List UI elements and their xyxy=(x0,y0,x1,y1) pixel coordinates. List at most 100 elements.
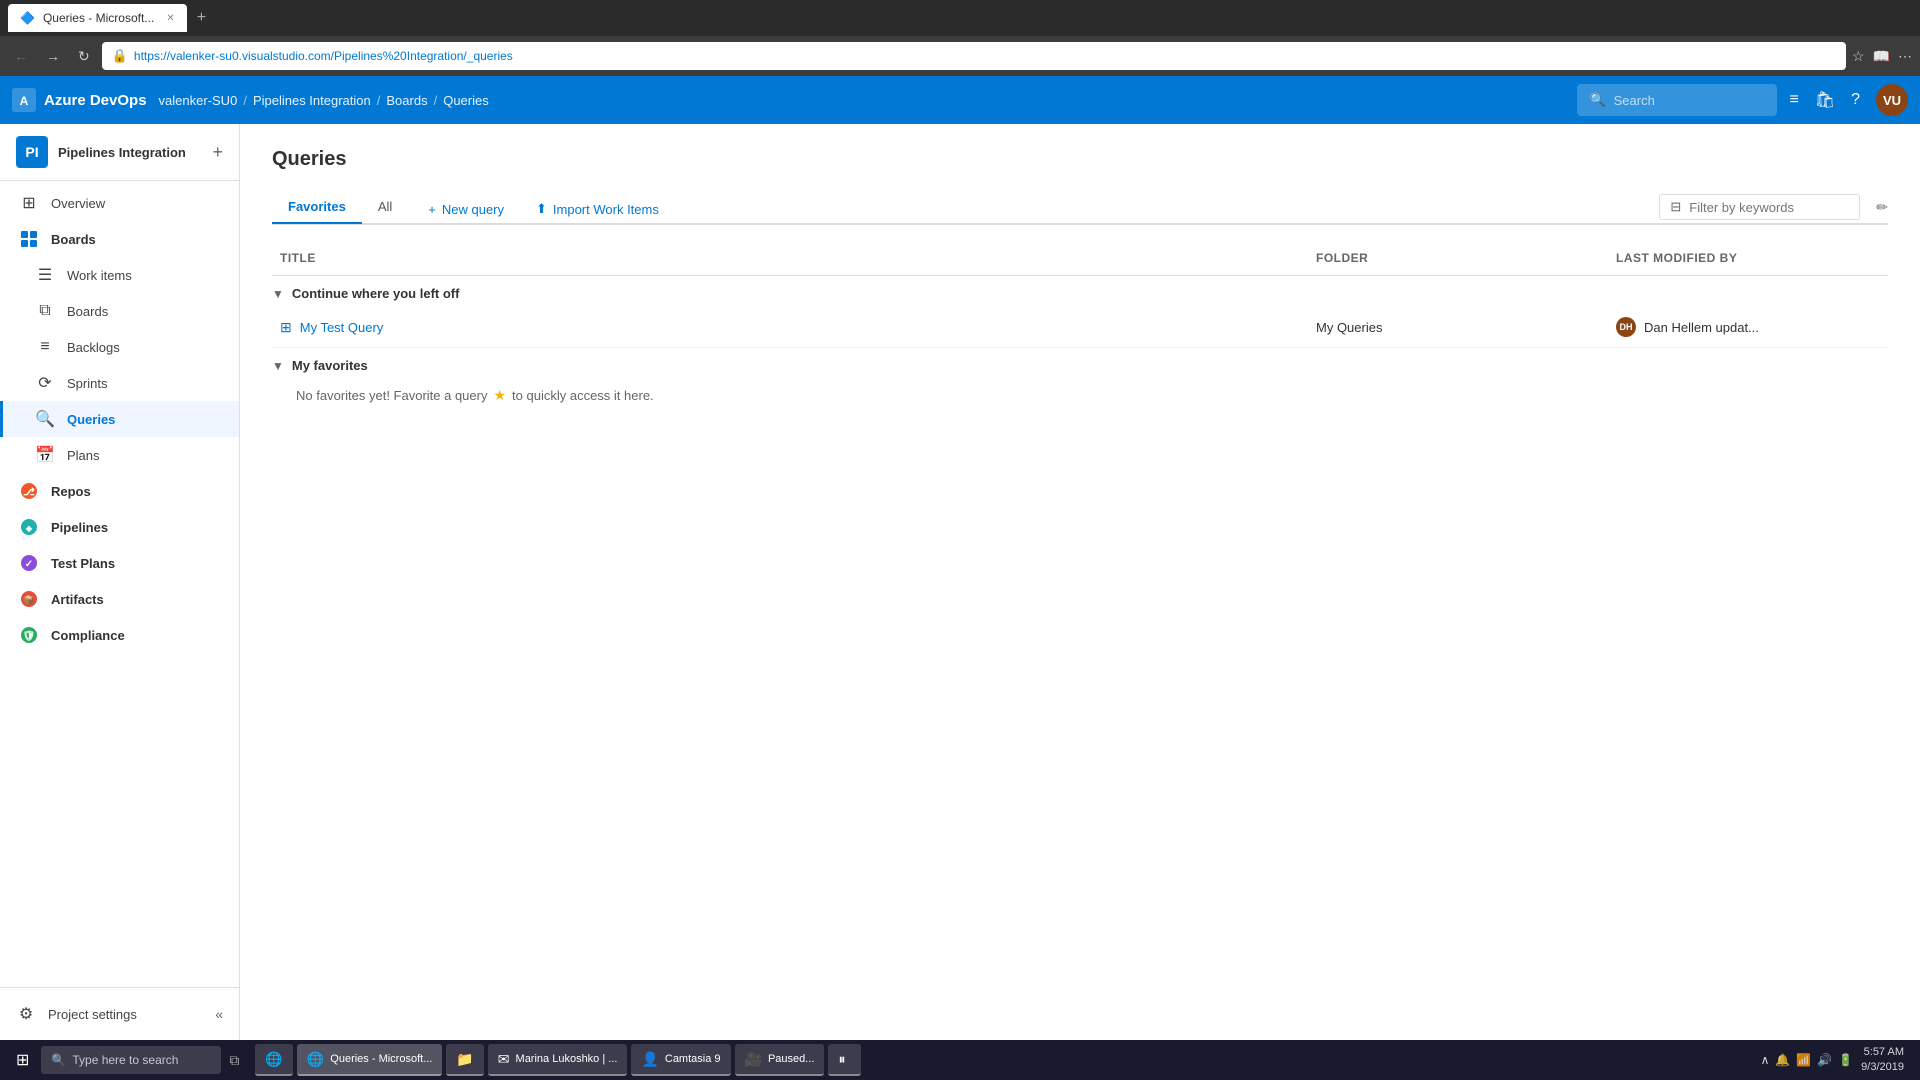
clock-time: 5:57 AM xyxy=(1861,1045,1904,1060)
reading-list-icon[interactable]: 📖 xyxy=(1873,48,1890,65)
sidebar-item-boards2[interactable]: ⧉ Boards xyxy=(0,293,239,329)
filter-input[interactable] xyxy=(1689,200,1849,215)
add-project-button[interactable]: + xyxy=(212,142,223,163)
no-favorites-suffix: to quickly access it here. xyxy=(512,388,654,403)
taskbar-app-marina[interactable]: 👤 Camtasia 9 xyxy=(631,1044,730,1076)
taskbar-search-box[interactable]: 🔍 Type here to search xyxy=(41,1046,221,1074)
pipelines-icon: ◈ xyxy=(19,517,39,537)
shopping-icon[interactable]: 🛍 xyxy=(1815,90,1835,110)
browser-nav-icons: ☆ 📖 ⋯ xyxy=(1852,48,1912,65)
project-settings-link[interactable]: ⚙ Project settings « xyxy=(0,996,239,1032)
forward-button[interactable]: → xyxy=(40,44,66,68)
new-query-action[interactable]: + New query xyxy=(416,196,516,223)
filter-box[interactable]: ⊟ xyxy=(1659,194,1860,220)
header-title: Title xyxy=(272,247,1308,269)
taskbar-app-marina-label: Camtasia 9 xyxy=(665,1053,721,1065)
new-tab-button[interactable]: + xyxy=(191,9,212,27)
tab-favorites[interactable]: Favorites xyxy=(272,191,362,224)
taskbar-app-ie[interactable]: 🌐 xyxy=(255,1044,292,1076)
taskbar-app-file-explorer[interactable]: 📁 xyxy=(446,1044,483,1076)
queries-app-icon: 🌐 xyxy=(307,1051,324,1068)
favorites-section-header[interactable]: ▼ My favorites xyxy=(272,348,1888,379)
taskbar-app-paused[interactable]: ⏸ xyxy=(828,1044,861,1076)
taskbar-apps: 🌐 🌐 Queries - Microsoft... 📁 ✉ Marina Lu… xyxy=(247,1044,1748,1076)
artifacts-icon: 📦 xyxy=(19,589,39,609)
modifier-initials: DH xyxy=(1620,322,1633,332)
sidebar-item-repos[interactable]: ⎇ Repos xyxy=(0,473,239,509)
tray-up-arrow[interactable]: ∧ xyxy=(1761,1053,1770,1067)
sidebar-item-boards[interactable]: Boards xyxy=(0,221,239,257)
taskbar-app-queries[interactable]: 🌐 Queries - Microsoft... xyxy=(297,1044,443,1076)
app-name: Azure DevOps xyxy=(44,92,147,109)
ie-icon: 🌐 xyxy=(265,1051,282,1068)
system-clock[interactable]: 5:57 AM 9/3/2019 xyxy=(1861,1045,1904,1076)
svg-text:✓: ✓ xyxy=(25,559,33,570)
backlogs-icon: ≡ xyxy=(35,337,55,357)
sidebar-item-queries[interactable]: 🔍 Queries xyxy=(0,401,239,437)
refresh-button[interactable]: ↻ xyxy=(72,44,96,69)
tray-battery-icon[interactable]: 🔋 xyxy=(1838,1053,1853,1067)
sidebar-item-sprints-label: Sprints xyxy=(67,376,107,391)
no-favorites-text: No favorites yet! Favorite a query xyxy=(296,388,487,403)
tray-notification-icon[interactable]: 🔔 xyxy=(1775,1053,1790,1067)
sidebar-item-work-items[interactable]: ☰ Work items xyxy=(0,257,239,293)
collapse-sidebar-button[interactable]: « xyxy=(215,1006,223,1022)
import-work-items-action[interactable]: ⬆ Import Work Items xyxy=(524,195,671,223)
sidebar-item-compliance[interactable]: 🛡 Compliance xyxy=(0,617,239,653)
user-avatar[interactable]: VU xyxy=(1876,84,1908,116)
breadcrumb-boards[interactable]: Boards xyxy=(386,93,427,108)
taskbar-app-camtasia[interactable]: 🎥 Paused... xyxy=(735,1044,825,1076)
system-tray: ∧ 🔔 📶 🔊 🔋 5:57 AM 9/3/2019 xyxy=(1753,1045,1912,1076)
paused-icon: ⏸ xyxy=(838,1051,845,1068)
favorites-section-toggle: ▼ xyxy=(272,359,284,373)
search-icon: 🔍 xyxy=(1589,92,1605,108)
task-view-icon[interactable]: ⧉ xyxy=(229,1052,239,1069)
query-row-my-test-query[interactable]: ⊞ My Test Query My Queries DH Dan Hellem… xyxy=(272,307,1888,348)
browser-menu-icon[interactable]: ⋯ xyxy=(1898,48,1912,65)
sidebar: PI Pipelines Integration + ⊞ Overview Bo… xyxy=(0,124,240,1040)
test-plans-icon: ✓ xyxy=(19,553,39,573)
address-bar[interactable]: 🔒 https://valenker-su0.visualstudio.com/… xyxy=(102,42,1846,70)
tray-volume-icon[interactable]: 🔊 xyxy=(1817,1053,1832,1067)
sidebar-item-artifacts[interactable]: 📦 Artifacts xyxy=(0,581,239,617)
global-search-box[interactable]: 🔍 Search xyxy=(1577,84,1777,116)
header-folder: Folder xyxy=(1308,247,1608,269)
query-name-link[interactable]: My Test Query xyxy=(300,320,384,335)
bookmark-star-icon[interactable]: ☆ xyxy=(1852,48,1865,65)
sidebar-item-test-plans[interactable]: ✓ Test Plans xyxy=(0,545,239,581)
sidebar-item-backlogs-label: Backlogs xyxy=(67,340,120,355)
continue-section-header[interactable]: ▼ Continue where you left off xyxy=(272,276,1888,307)
tab-all[interactable]: All xyxy=(362,191,408,224)
back-button[interactable]: ← xyxy=(8,44,34,68)
edit-icon[interactable]: ✏ xyxy=(1876,199,1888,216)
topbar-actions: ≡ 🛍 ? VU xyxy=(1789,84,1908,116)
sidebar-item-overview[interactable]: ⊞ Overview xyxy=(0,185,239,221)
sidebar-item-plans[interactable]: 📅 Plans xyxy=(0,437,239,473)
windows-start-button[interactable]: ⊞ xyxy=(8,1046,37,1074)
tab-close-button[interactable]: ✕ xyxy=(166,13,174,24)
sidebar-item-sprints[interactable]: ⟳ Sprints xyxy=(0,365,239,401)
project-icon: PI xyxy=(16,136,48,168)
sidebar-item-pipelines[interactable]: ◈ Pipelines xyxy=(0,509,239,545)
page-title: Queries xyxy=(272,148,1888,171)
no-favorites-message: No favorites yet! Favorite a query ★ to … xyxy=(272,379,1888,412)
settings-label: Project settings xyxy=(48,1007,137,1022)
sidebar-bottom: ⚙ Project settings « xyxy=(0,987,239,1040)
app-logo[interactable]: A Azure DevOps xyxy=(12,88,147,112)
sidebar-item-backlogs[interactable]: ≡ Backlogs xyxy=(0,329,239,365)
inbox-icon: ✉ xyxy=(498,1051,510,1068)
help-icon[interactable]: ? xyxy=(1851,91,1860,109)
taskbar: ⊞ 🔍 Type here to search ⧉ 🌐 🌐 Queries - … xyxy=(0,1040,1920,1080)
breadcrumb-project[interactable]: Pipelines Integration xyxy=(253,93,371,108)
topbar: A Azure DevOps valenker-SU0 / Pipelines … xyxy=(0,76,1920,124)
breadcrumb-org[interactable]: valenker-SU0 xyxy=(159,93,238,108)
settings-icon[interactable]: ≡ xyxy=(1789,91,1798,109)
star-icon: ★ xyxy=(493,387,506,404)
active-browser-tab[interactable]: 🔷 Queries - Microsoft... ✕ xyxy=(8,4,187,32)
browser-tab-bar: 🔷 Queries - Microsoft... ✕ + xyxy=(0,0,1920,36)
taskbar-app-inbox[interactable]: ✉ Marina Lukoshko | ... xyxy=(488,1044,628,1076)
taskbar-search-icon: 🔍 xyxy=(51,1053,66,1067)
taskbar-system-icons: ⧉ xyxy=(229,1052,239,1069)
breadcrumb-queries[interactable]: Queries xyxy=(443,93,489,108)
tray-network-icon[interactable]: 📶 xyxy=(1796,1053,1811,1067)
